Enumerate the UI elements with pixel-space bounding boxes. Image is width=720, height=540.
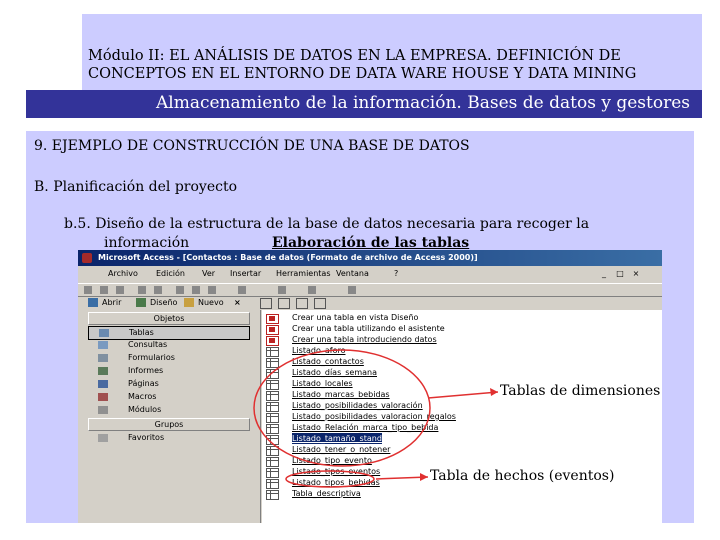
window-title: Microsoft Access - [Contactos : Base de …	[98, 253, 478, 262]
copy-icon[interactable]	[192, 286, 200, 294]
maximize-button[interactable]: □	[614, 269, 626, 279]
table-icon	[266, 424, 279, 434]
table-icon	[266, 435, 279, 445]
design-icon	[136, 298, 146, 307]
objects-list: Crear una tabla en vista Diseño Crear un…	[262, 310, 662, 523]
page-icon	[98, 380, 108, 388]
favorites-folder-icon	[98, 434, 108, 442]
menu-insertar[interactable]: Insertar	[230, 269, 261, 278]
sidebar-item-label: Módulos	[128, 405, 162, 414]
menu-bar: Archivo Edición Ver Insertar Herramienta…	[78, 267, 662, 281]
table-icon	[266, 380, 279, 390]
groups-header[interactable]: Grupos	[88, 418, 250, 431]
large-icons-icon[interactable]	[260, 298, 272, 309]
sidebar-item-label: Páginas	[128, 379, 159, 388]
undo-icon[interactable]	[238, 286, 246, 294]
delete-button[interactable]: ×	[234, 298, 241, 307]
cut-icon[interactable]	[176, 286, 184, 294]
window-titlebar: Microsoft Access - [Contactos : Base de …	[78, 250, 662, 266]
table-icon	[266, 490, 279, 500]
analyze-icon[interactable]	[308, 286, 316, 294]
menu-herramientas[interactable]: Herramientas	[276, 269, 331, 278]
table-icon	[99, 329, 109, 337]
details-view-icon[interactable]	[314, 298, 326, 309]
sidebar-item-formularios[interactable]: Formularios	[88, 352, 248, 364]
band-title: Almacenamiento de la información. Bases …	[156, 93, 690, 113]
objects-sidebar: Objetos Tablas Consultas Formularios Inf…	[84, 310, 261, 523]
subsection-heading: B. Planificación del proyecto	[34, 179, 238, 195]
sidebar-item-paginas[interactable]: Páginas	[88, 378, 248, 390]
sidebar-item-informes[interactable]: Informes	[88, 365, 248, 377]
new-object-icon	[184, 298, 194, 307]
sidebar-item-label: Tablas	[129, 328, 154, 337]
wizard-icon	[266, 314, 279, 324]
sidebar-item-macros[interactable]: Macros	[88, 391, 248, 403]
macro-icon	[98, 393, 108, 401]
sidebar-item-label: Informes	[128, 366, 164, 375]
table-icon	[266, 468, 279, 478]
table-icon	[266, 402, 279, 412]
menu-help[interactable]: ?	[394, 269, 398, 278]
design-button[interactable]: Diseño	[150, 298, 177, 307]
help-icon[interactable]	[348, 286, 356, 294]
relationships-icon[interactable]	[278, 286, 286, 294]
table-icon	[266, 369, 279, 379]
save-icon[interactable]	[116, 286, 124, 294]
table-icon	[266, 347, 279, 357]
module-title-line2: CONCEPTOS EN EL ENTORNO DE DATA WARE HOU…	[88, 66, 637, 82]
table-icon	[266, 358, 279, 368]
preview-icon[interactable]	[154, 286, 162, 294]
title-band: Almacenamiento de la información. Bases …	[26, 90, 702, 118]
sidebar-item-label: Formularios	[128, 353, 175, 362]
table-icon	[266, 479, 279, 489]
sidebar-item-favoritos[interactable]: Favoritos	[88, 432, 248, 444]
database-toolbar: Abrir Diseño Nuevo ×	[78, 296, 662, 309]
query-icon	[98, 341, 108, 349]
list-view-icon[interactable]	[296, 298, 308, 309]
menu-ver[interactable]: Ver	[202, 269, 215, 278]
module-icon	[98, 406, 108, 414]
section-heading: 9. EJEMPLO DE CONSTRUCCIÓN DE UNA BASE D…	[34, 138, 470, 154]
table-icon	[266, 391, 279, 401]
open-button[interactable]: Abrir	[102, 298, 121, 307]
standard-toolbar	[78, 283, 662, 297]
menu-ventana[interactable]: Ventana	[336, 269, 369, 278]
table-icon	[266, 446, 279, 456]
table-icon	[266, 413, 279, 423]
menu-edicion[interactable]: Edición	[156, 269, 185, 278]
access-key-icon	[82, 253, 92, 263]
sidebar-item-label: Macros	[128, 392, 157, 401]
wizard-icon	[266, 336, 279, 346]
module-title-line1: Módulo II: EL ANÁLISIS DE DATOS EN LA EM…	[88, 48, 621, 64]
sidebar-item-tablas[interactable]: Tablas	[88, 326, 250, 340]
open-object-icon	[88, 298, 98, 307]
print-icon[interactable]	[138, 286, 146, 294]
sidebar-item-label: Favoritos	[128, 433, 165, 442]
form-icon	[98, 354, 108, 362]
sidebar-item-consultas[interactable]: Consultas	[88, 339, 248, 351]
open-db-icon[interactable]	[100, 286, 108, 294]
module-title: Módulo II: EL ANÁLISIS DE DATOS EN LA EM…	[88, 47, 698, 83]
item-emphasis: Elaboración de las tablas	[272, 235, 470, 251]
item-text-line1: b.5. Diseño de la estructura de la base …	[64, 216, 590, 232]
paste-icon[interactable]	[208, 286, 216, 294]
new-db-icon[interactable]	[84, 286, 92, 294]
minimize-button[interactable]: _	[598, 269, 610, 279]
sidebar-item-modulos[interactable]: Módulos	[88, 404, 248, 416]
objects-header[interactable]: Objetos	[88, 312, 250, 325]
facts-label: Tabla de hechos (eventos)	[428, 468, 617, 484]
table-icon	[266, 457, 279, 467]
small-icons-icon[interactable]	[278, 298, 290, 309]
sidebar-item-label: Consultas	[128, 340, 168, 349]
new-button[interactable]: Nuevo	[198, 298, 224, 307]
close-button[interactable]: ×	[630, 269, 642, 279]
wizard-icon	[266, 325, 279, 335]
report-icon	[98, 367, 108, 375]
menu-archivo[interactable]: Archivo	[108, 269, 138, 278]
dimensions-label: Tablas de dimensiones	[498, 383, 663, 399]
item-text-line2: información	[104, 235, 190, 251]
